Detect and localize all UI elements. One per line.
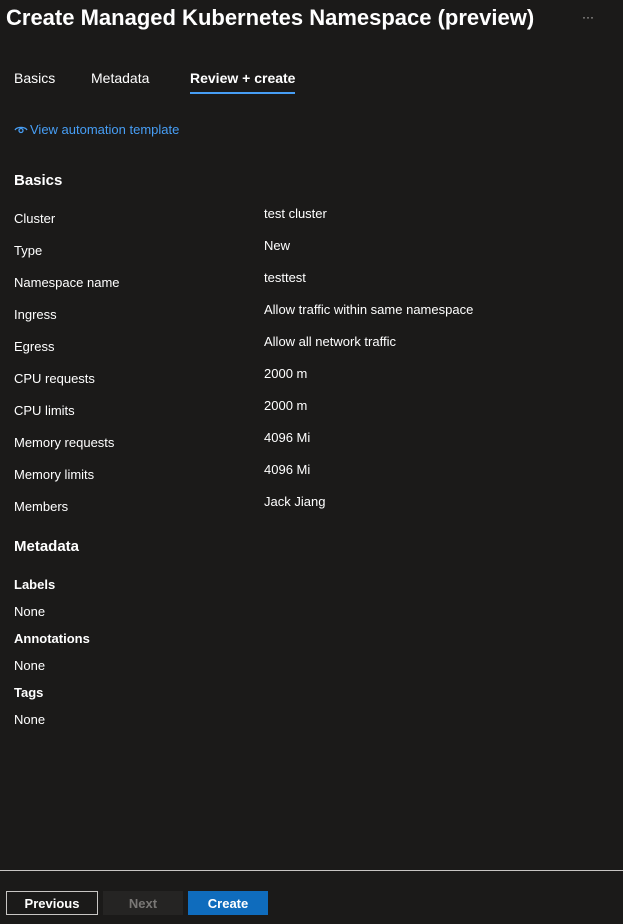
labels-heading: Labels	[14, 577, 56, 592]
automation-link-label: View automation template	[30, 122, 180, 137]
ellipsis-icon[interactable]: ···	[580, 10, 596, 26]
next-button[interactable]: Next	[103, 891, 183, 915]
basics-heading: Basics	[14, 172, 63, 189]
ingress-value: Allow traffic within same namespace	[264, 302, 474, 317]
members-value: Jack Jiang	[264, 494, 326, 509]
cpu-limits-value: 2000 m	[264, 398, 308, 413]
egress-label: Egress	[14, 339, 55, 354]
tab-review-create[interactable]: Review + create	[190, 70, 296, 94]
metadata-heading: Metadata	[14, 538, 80, 555]
eye-icon	[14, 124, 30, 136]
labels-value: None	[14, 604, 46, 619]
memory-requests-value: 4096 Mi	[264, 430, 311, 445]
annotations-value: None	[14, 658, 46, 673]
cpu-limits-label: CPU limits	[14, 403, 75, 418]
cpu-requests-label: CPU requests	[14, 371, 95, 386]
memory-limits-value: 4096 Mi	[264, 462, 311, 477]
memory-limits-label: Memory limits	[14, 467, 95, 482]
create-namespace-page: Create Managed Kubernetes Namespace (pre…	[0, 0, 623, 924]
previous-button[interactable]: Previous	[6, 891, 98, 915]
cpu-requests-value: 2000 m	[264, 366, 308, 381]
egress-value: Allow all network traffic	[264, 334, 396, 349]
ingress-label: Ingress	[14, 307, 57, 322]
tab-basics[interactable]: Basics	[14, 70, 55, 94]
namespace-name-label: Namespace name	[14, 275, 120, 290]
memory-requests-label: Memory requests	[14, 435, 115, 450]
view-automation-template-link[interactable]: View automation template	[14, 122, 179, 137]
annotations-heading: Annotations	[14, 631, 90, 646]
footer-divider	[0, 870, 623, 871]
tags-value: None	[14, 712, 46, 727]
tags-heading: Tags	[14, 685, 44, 700]
cluster-value: test cluster	[264, 206, 327, 221]
cluster-label: Cluster	[14, 211, 56, 226]
create-button[interactable]: Create	[188, 891, 268, 915]
type-value: New	[264, 238, 291, 253]
page-title: Create Managed Kubernetes Namespace (pre…	[6, 5, 535, 30]
type-label: Type	[14, 243, 43, 258]
tab-metadata[interactable]: Metadata	[91, 70, 149, 94]
members-label: Members	[14, 499, 69, 514]
namespace-name-value: testtest	[264, 270, 306, 285]
